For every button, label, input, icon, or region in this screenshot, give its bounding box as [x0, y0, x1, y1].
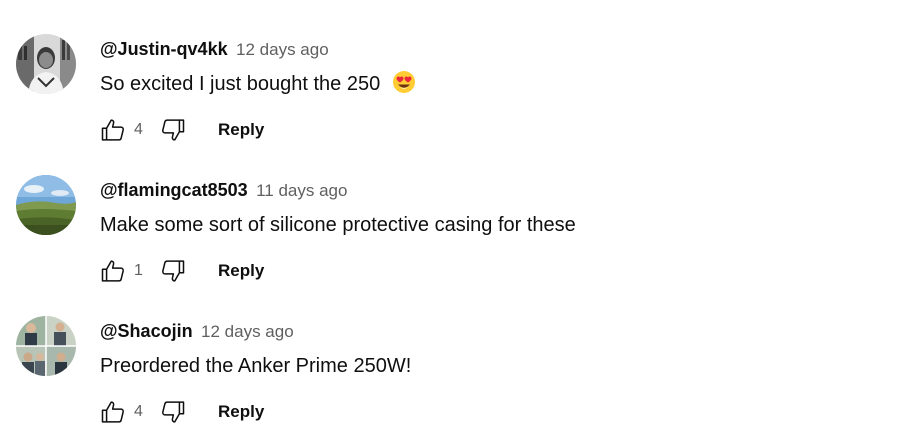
like-button[interactable]	[96, 396, 130, 428]
dislike-button[interactable]	[156, 396, 190, 428]
like-count: 4	[134, 403, 143, 420]
comment-text: Preordered the Anker Prime 250W!	[100, 352, 411, 380]
reply-button[interactable]: Reply	[218, 261, 264, 281]
thumbs-down-icon	[162, 119, 185, 141]
reply-button[interactable]: Reply	[218, 402, 264, 422]
comment-thread: @Shacojin 12 days ago Preordered the Ank…	[0, 282, 920, 423]
thumbs-up-icon	[101, 119, 124, 141]
comment-author[interactable]: @flamingcat8503	[100, 180, 248, 200]
avatar[interactable]	[16, 175, 76, 235]
comment-thread: @flamingcat8503 11 days ago Make some so…	[0, 141, 920, 282]
avatar-image	[16, 34, 76, 94]
avatar-image	[16, 316, 76, 376]
comment-author[interactable]: @Justin-qv4kk	[100, 39, 228, 59]
comment-thread: @Justin-qv4kk 12 days ago So excited I j…	[0, 0, 920, 141]
comment-text: Make some sort of silicone protective ca…	[100, 211, 576, 239]
comment-author[interactable]: @Shacojin	[100, 321, 193, 341]
avatar[interactable]	[16, 34, 76, 94]
comment-header: @Justin-qv4kk 12 days ago	[100, 37, 329, 63]
comment-timestamp[interactable]: 12 days ago	[236, 40, 329, 59]
like-count: 1	[134, 262, 143, 279]
like-count: 4	[134, 121, 143, 138]
heart-eyes-emoji-icon	[392, 70, 416, 102]
thumbs-down-icon	[162, 260, 185, 282]
reply-button[interactable]: Reply	[218, 120, 264, 140]
comment-text: So excited I just bought the 250	[100, 70, 416, 102]
comment-header: @flamingcat8503 11 days ago	[100, 178, 347, 204]
comment-body: Preordered the Anker Prime 250W!	[100, 355, 412, 377]
thumbs-down-icon	[162, 401, 185, 423]
avatar[interactable]	[16, 316, 76, 376]
comment-body: Make some sort of silicone protective ca…	[100, 214, 576, 236]
comment-timestamp[interactable]: 11 days ago	[256, 181, 347, 200]
thumbs-up-icon	[101, 401, 124, 423]
comment-actions: 4 Reply	[96, 396, 264, 428]
thumbs-up-icon	[101, 260, 124, 282]
comments-section: @Justin-qv4kk 12 days ago So excited I j…	[0, 0, 920, 442]
comment-body: So excited I just bought the 250	[100, 73, 381, 95]
avatar-image	[16, 175, 76, 235]
comment-header: @Shacojin 12 days ago	[100, 319, 294, 345]
comment-timestamp[interactable]: 12 days ago	[201, 322, 294, 341]
